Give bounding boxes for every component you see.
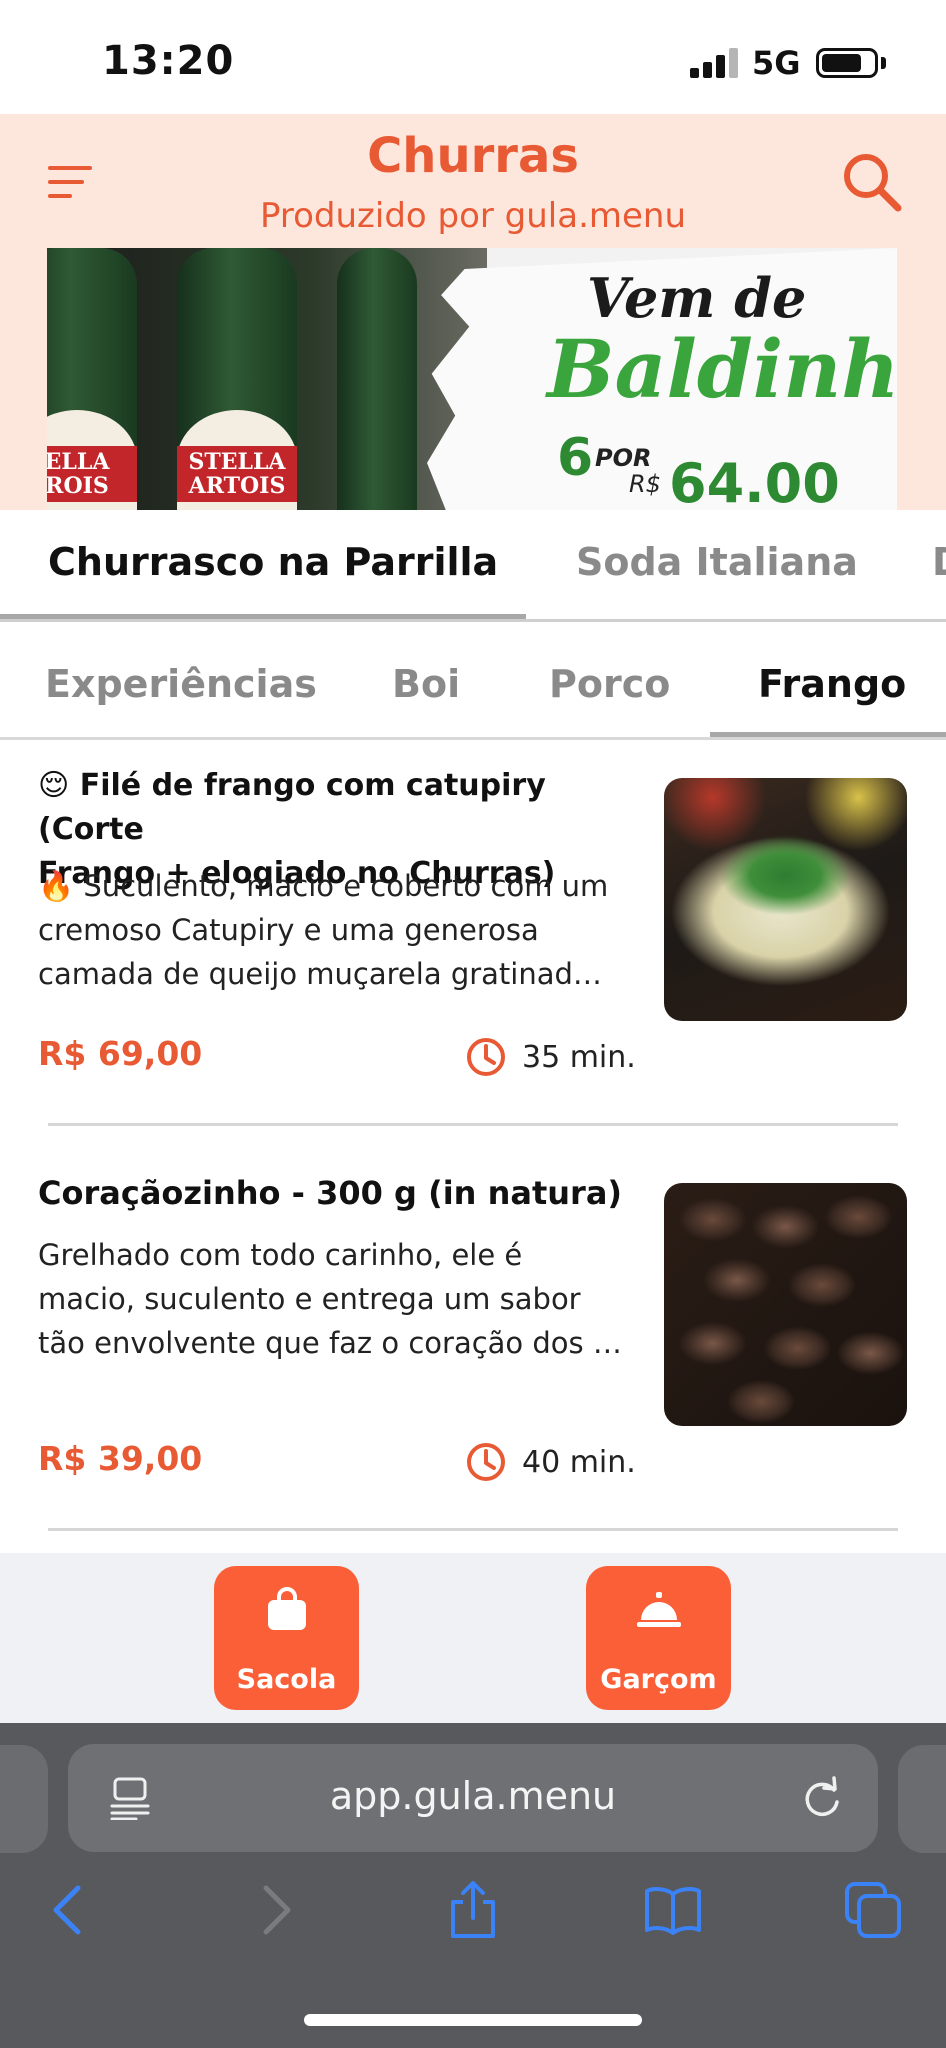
back-arrow-icon[interactable] — [40, 1880, 100, 1940]
promo-headline: Vem de — [587, 266, 807, 330]
beer-bottle-image — [337, 248, 417, 510]
item-description: 🔥 Suculento, macio e coberto com um crem… — [38, 869, 609, 991]
next-tab-preview[interactable] — [898, 1745, 946, 1853]
tab-soda-italiana[interactable]: Soda Italiana — [576, 540, 858, 584]
call-waiter-button[interactable]: Garçom — [586, 1566, 731, 1710]
item-title: Coraçãozinho - 300 g (in natura) — [38, 1174, 623, 1212]
menu-item-card[interactable]: Coraçãozinho - 300 g (in natura) Grelhad… — [0, 1145, 946, 1550]
beer-bottle-image: STELLA ARTOIS — [177, 248, 297, 510]
tab-experiencias[interactable]: Experiências — [45, 662, 317, 706]
waiter-label: Garçom — [600, 1664, 717, 1695]
grilled-chicken-photo — [664, 778, 907, 1021]
clock-icon — [467, 1443, 505, 1481]
prep-time: 40 min. — [522, 1445, 636, 1480]
promo-por: POR — [595, 444, 652, 472]
network-label: 5G — [752, 44, 801, 82]
bag-button[interactable]: Sacola — [214, 1566, 359, 1710]
status-bar: 13:20 5G — [0, 0, 946, 114]
address-bar[interactable]: app.gula.menu — [68, 1744, 878, 1852]
share-icon[interactable] — [443, 1880, 503, 1940]
tab-boi[interactable]: Boi — [392, 662, 460, 706]
bookmarks-icon[interactable] — [643, 1880, 703, 1940]
promo-banner[interactable]: ELLA ROIS STELLA ARTOIS Vem de Baldinho!… — [47, 248, 897, 510]
active-subtab-indicator — [710, 732, 946, 737]
shopping-bag-icon — [268, 1587, 306, 1630]
battery-icon — [816, 48, 878, 78]
clock-icon — [467, 1038, 505, 1076]
tab-frango[interactable]: Frango — [758, 662, 906, 706]
tabs-icon[interactable] — [843, 1880, 903, 1940]
search-icon[interactable] — [840, 150, 904, 214]
chicken-hearts-skewers-photo — [664, 1183, 907, 1426]
restaurant-subtitle[interactable]: Produzido por gula.menu — [0, 196, 946, 236]
bottom-action-bar: Sacola Garçom — [0, 1553, 946, 1723]
active-tab-indicator — [0, 614, 526, 619]
reload-icon[interactable] — [800, 1776, 844, 1820]
subcategory-tabs: Experiências Boi Porco Frango — [0, 622, 946, 740]
promo-price: 64.00 — [669, 452, 840, 510]
signal-icon — [690, 48, 740, 78]
tab-churrasco-na-parrilla[interactable]: Churrasco na Parrilla — [48, 540, 498, 584]
item-divider — [48, 1528, 898, 1531]
menu-item-card[interactable]: 😌 Filé de frango com catupiry (Corte Fra… — [0, 740, 946, 1145]
battery-tip — [881, 57, 886, 69]
beer-bottle-image: ELLA ROIS — [47, 248, 137, 510]
promo-quantity: 6 — [557, 428, 594, 488]
tab-porco[interactable]: Porco — [549, 662, 670, 706]
url-text: app.gula.menu — [329, 1774, 617, 1818]
item-divider — [48, 1123, 898, 1126]
item-description: Grelhado com todo carinho, ele é macio, … — [38, 1238, 622, 1360]
promo-headline-highlight: Baldinho! — [547, 322, 897, 416]
status-time: 13:20 — [102, 38, 235, 84]
item-price: R$ 69,00 — [38, 1034, 203, 1073]
bag-label: Sacola — [236, 1664, 337, 1695]
service-bell-icon — [637, 1592, 681, 1627]
restaurant-name: Churras — [367, 128, 579, 184]
item-price: R$ 39,00 — [38, 1439, 203, 1478]
forward-arrow-icon[interactable] — [244, 1880, 304, 1940]
tab-next-category[interactable]: D — [932, 540, 946, 584]
prep-time: 35 min. — [522, 1040, 636, 1075]
promo-currency: R$ — [629, 470, 661, 498]
category-tabs: Churrasco na Parrilla Soda Italiana D — [0, 510, 946, 622]
home-indicator[interactable] — [304, 2014, 642, 2026]
previous-tab-preview[interactable] — [0, 1745, 48, 1853]
